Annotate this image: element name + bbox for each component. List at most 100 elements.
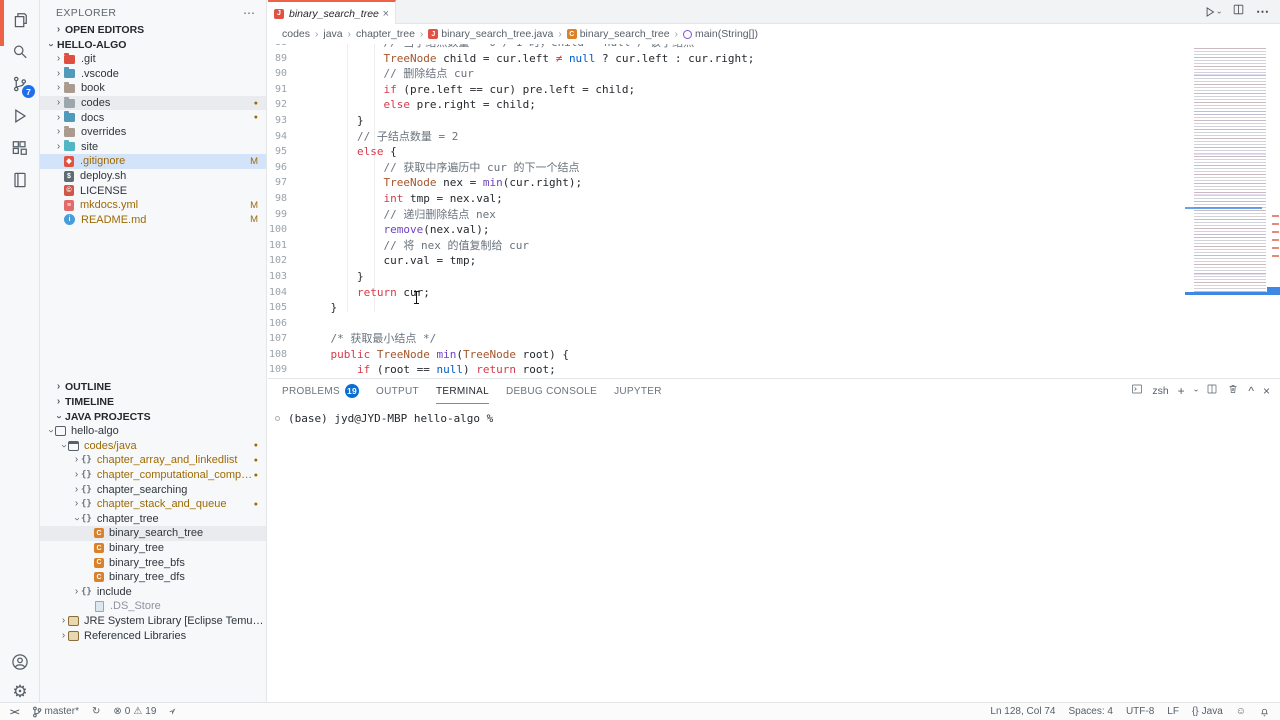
java-item-include[interactable]: ›{}include	[40, 585, 266, 600]
code-line-109[interactable]: 109 if (root == null) return root;	[268, 362, 1280, 378]
breadcrumb-main-string[interactable]: main(String[])	[683, 28, 758, 40]
code-line-96[interactable]: 96 // 获取中序遍历中 cur 的下一个结点	[268, 160, 1280, 176]
java-item-chapter-computational-complexity[interactable]: ›{}chapter_computational_complexity●	[40, 468, 266, 483]
java-item-chapter-searching[interactable]: ›{}chapter_searching	[40, 482, 266, 497]
close-icon[interactable]: ×	[383, 8, 389, 20]
code-line-101[interactable]: 101 // 将 nex 的值复制给 cur	[268, 238, 1280, 254]
code-line-90[interactable]: 90 // 删除结点 cur	[268, 66, 1280, 82]
outline-section[interactable]: › OUTLINE	[40, 379, 266, 394]
code-line-93[interactable]: 93 }	[268, 113, 1280, 129]
java-item-jre-system-library-eclipse-temurin-17-17[interactable]: ›JRE System Library [Eclipse Temurin 17 …	[40, 614, 266, 629]
shell-name[interactable]: zsh	[1152, 385, 1168, 397]
settings-gear-icon[interactable]: ⚙	[0, 677, 40, 705]
code-line-99[interactable]: 99 // 递归删除结点 nex	[268, 207, 1280, 223]
open-editors-section[interactable]: › OPEN EDITORS	[40, 22, 266, 37]
code-line-95[interactable]: 95 else {	[268, 144, 1280, 160]
code-line-98[interactable]: 98 int tmp = nex.val;	[268, 191, 1280, 207]
code-editor[interactable]: 88 // 当子结点数量 = 0 / 1 时，child = null / 该子…	[268, 44, 1280, 378]
code-line-107[interactable]: 107 /* 获取最小结点 */	[268, 331, 1280, 347]
chevron-right-icon: ›	[59, 631, 68, 641]
close-panel-icon[interactable]: ×	[1263, 385, 1270, 397]
explorer-item-book[interactable]: ›book	[40, 81, 266, 96]
java-item-chapter-stack-and-queue[interactable]: ›{}chapter_stack_and_queue●	[40, 497, 266, 512]
sync-icon[interactable]: ↻	[92, 706, 100, 717]
explorer-item-gitignore[interactable]: ◆.gitignoreM	[40, 154, 266, 169]
maximize-panel-icon[interactable]: ^	[1248, 385, 1254, 397]
java-item-chapter-tree[interactable]: ›{}chapter_tree	[40, 512, 266, 527]
java-item-codes-java[interactable]: ›codes/java●	[40, 439, 266, 454]
java-status-rocket-icon[interactable]: ➢	[167, 705, 181, 719]
java-item-binary-tree[interactable]: Cbinary_tree	[40, 541, 266, 556]
problems-summary[interactable]: ⊗ 0 ⚠ 19	[113, 706, 156, 717]
explorer-item-vscode[interactable]: ›.vscode	[40, 67, 266, 82]
git-branch-item[interactable]: master*	[32, 706, 79, 718]
panel-tab-debug-console[interactable]: DEBUG CONSOLE	[506, 379, 597, 404]
code-line-108[interactable]: 108 public TreeNode min(TreeNode root) {	[268, 347, 1280, 363]
explorer-item-mkdocs-yml[interactable]: ≡mkdocs.ymlM	[40, 198, 266, 213]
code-line-106[interactable]: 106	[268, 316, 1280, 332]
code-line-88[interactable]: 88 // 当子结点数量 = 0 / 1 时，child = null / 该子…	[268, 44, 1280, 51]
panel-tab-terminal[interactable]: TERMINAL	[436, 379, 489, 404]
indentation-setting[interactable]: Spaces: 4	[1068, 706, 1112, 717]
java-item-binary-tree-dfs[interactable]: Cbinary_tree_dfs	[40, 570, 266, 585]
kill-terminal-icon[interactable]	[1227, 383, 1239, 398]
java-item-chapter-array-and-linkedlist[interactable]: ›{}chapter_array_and_linkedlist●	[40, 453, 266, 468]
encoding-setting[interactable]: UTF-8	[1126, 706, 1154, 717]
tab-binary-search-tree-java[interactable]: J binary_search_tree.java ×	[268, 0, 396, 25]
explorer-item-docs[interactable]: ›docs●	[40, 110, 266, 125]
panel-tab-jupyter[interactable]: JUPYTER	[614, 379, 662, 404]
breadcrumb-codes[interactable]: codes	[282, 28, 310, 40]
split-editor-icon[interactable]	[1232, 3, 1245, 21]
search-icon[interactable]	[0, 38, 40, 66]
more-actions-icon[interactable]: ⋯	[1256, 4, 1270, 20]
explorer-item-overrides[interactable]: ›overrides	[40, 125, 266, 140]
code-line-91[interactable]: 91 if (pre.left == cur) pre.left = child…	[268, 82, 1280, 98]
breadcrumb-binary-search-tree[interactable]: Cbinary_search_tree	[567, 28, 670, 40]
new-terminal-icon[interactable]: +	[1178, 385, 1185, 397]
feedback-smiley-icon[interactable]: ☺	[1236, 706, 1246, 717]
code-line-92[interactable]: 92 else pre.right = child;	[268, 97, 1280, 113]
extensions-icon[interactable]	[0, 134, 40, 162]
code-line-103[interactable]: 103 }	[268, 269, 1280, 285]
terminal-dropdown-icon[interactable]: ›	[1192, 389, 1201, 392]
explorer-item-deploy-sh[interactable]: $deploy.sh	[40, 169, 266, 184]
explorer-item-site[interactable]: ›site	[40, 140, 266, 155]
code-line-100[interactable]: 100 remove(nex.val);	[268, 222, 1280, 238]
code-line-102[interactable]: 102 cur.val = tmp;	[268, 253, 1280, 269]
java-item-binary-tree-bfs[interactable]: Cbinary_tree_bfs	[40, 555, 266, 570]
java-projects-section[interactable]: › JAVA PROJECTS	[40, 409, 266, 424]
panel-tab-output[interactable]: OUTPUT	[376, 379, 419, 404]
account-icon[interactable]	[0, 648, 40, 676]
notebook-icon[interactable]	[0, 166, 40, 194]
breadcrumb-chapter-tree[interactable]: chapter_tree	[356, 28, 415, 40]
terminal-prompt[interactable]: (base) jyd@JYD-MBP hello-algo %	[288, 412, 493, 425]
eol-setting[interactable]: LF	[1167, 706, 1179, 717]
language-mode[interactable]: {} Java	[1192, 706, 1223, 717]
breadcrumb-binary-search-tree-java[interactable]: Jbinary_search_tree.java	[428, 28, 553, 40]
cursor-position[interactable]: Ln 128, Col 74	[990, 706, 1055, 717]
run-button[interactable]: ›	[1203, 5, 1221, 19]
timeline-section[interactable]: › TIMELINE	[40, 394, 266, 409]
explorer-item-codes[interactable]: ›codes●	[40, 96, 266, 111]
breadcrumb-java[interactable]: java	[323, 28, 342, 40]
split-terminal-icon[interactable]	[1206, 383, 1218, 398]
java-item-binary-search-tree[interactable]: Cbinary_search_tree	[40, 526, 266, 541]
java-item-referenced-libraries[interactable]: ›Referenced Libraries	[40, 628, 266, 643]
explorer-item-readme-md[interactable]: iREADME.mdM	[40, 213, 266, 228]
code-line-97[interactable]: 97 TreeNode nex = min(cur.right);	[268, 175, 1280, 191]
files-explorer-icon[interactable]	[0, 6, 40, 34]
explorer-item-git[interactable]: ›.git	[40, 52, 266, 67]
remote-indicator-icon[interactable]: ><	[10, 707, 19, 717]
java-item-ds-store[interactable]: .DS_Store	[40, 599, 266, 614]
more-actions-icon[interactable]: ⋯	[243, 6, 256, 20]
workspace-root-section[interactable]: › HELLO-ALGO	[40, 37, 266, 52]
notifications-bell-icon[interactable]	[1259, 706, 1270, 718]
code-line-94[interactable]: 94 // 子结点数量 = 2	[268, 129, 1280, 145]
explorer-item-license[interactable]: ©LICENSE	[40, 183, 266, 198]
code-line-89[interactable]: 89 TreeNode child = cur.left ≠ null ? cu…	[268, 51, 1280, 67]
minimap[interactable]	[1194, 48, 1266, 292]
run-debug-icon[interactable]	[0, 102, 40, 130]
panel-tab-problems[interactable]: PROBLEMS19	[282, 379, 359, 404]
source-control-icon[interactable]: 7	[0, 70, 40, 98]
java-item-hello-algo[interactable]: ›hello-algo	[40, 424, 266, 439]
